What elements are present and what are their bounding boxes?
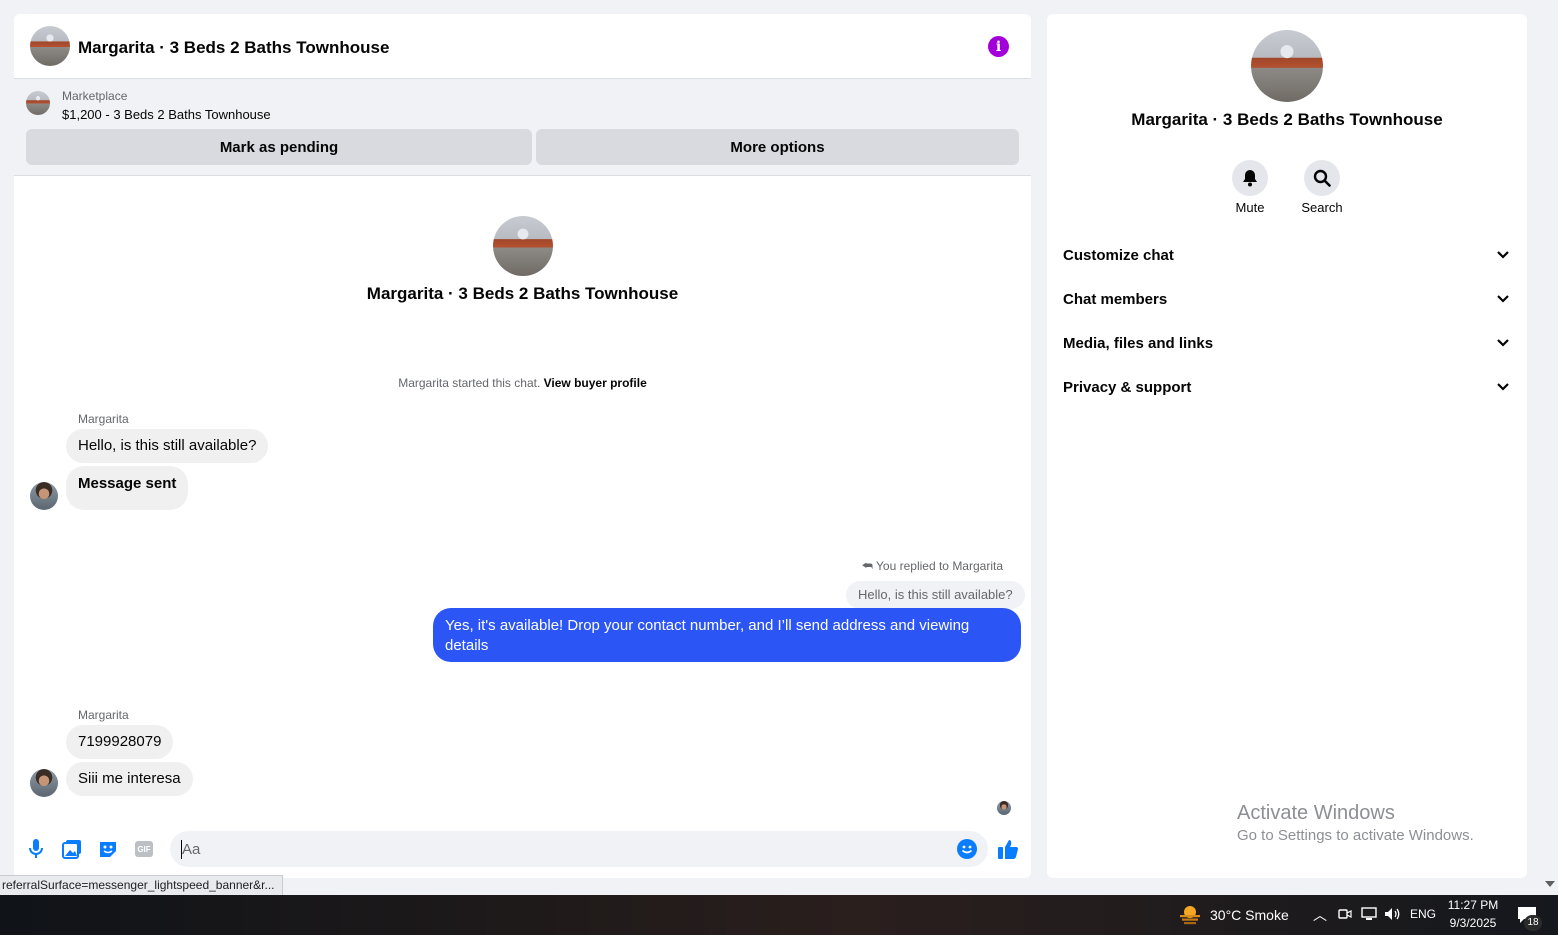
privacy-support-section[interactable]: Privacy & support bbox=[1047, 366, 1527, 410]
sender-avatar[interactable] bbox=[30, 482, 58, 510]
info-avatar bbox=[1251, 30, 1323, 102]
bell-icon bbox=[1243, 170, 1257, 187]
weather-icon[interactable] bbox=[1178, 904, 1202, 926]
status-bar-url: referralSurface=messenger_lightspeed_ban… bbox=[0, 875, 283, 896]
sender-avatar[interactable] bbox=[30, 769, 58, 797]
message-placeholder: Aa bbox=[182, 841, 201, 858]
message-bubble[interactable]: Message sent bbox=[66, 466, 189, 510]
info-title: Margarita · 3 Beds 2 Baths Townhouse bbox=[1131, 110, 1443, 129]
mute-button[interactable] bbox=[1232, 160, 1268, 196]
message-bubble[interactable]: 7199928079 bbox=[66, 725, 174, 759]
emoji-icon[interactable] bbox=[957, 839, 977, 859]
chat-avatar[interactable] bbox=[30, 26, 70, 66]
reply-quote[interactable]: Hello, is this still available? bbox=[846, 581, 1025, 609]
intro-avatar bbox=[493, 216, 553, 276]
photo-icon[interactable] bbox=[61, 838, 83, 860]
sticker-icon[interactable] bbox=[97, 838, 119, 860]
notification-count-badge: 18 bbox=[1524, 915, 1542, 931]
started-text: Margarita started this chat. bbox=[398, 376, 541, 390]
chat-members-section[interactable]: Chat members bbox=[1047, 278, 1527, 322]
listing-banner: Marketplace $1,200 - 3 Beds 2 Baths Town… bbox=[14, 79, 1031, 176]
section-label: Customize chat bbox=[1063, 247, 1174, 264]
search-button[interactable] bbox=[1304, 160, 1340, 196]
microphone-icon[interactable] bbox=[25, 838, 47, 860]
section-label: Privacy & support bbox=[1063, 379, 1192, 396]
search-icon bbox=[1313, 169, 1331, 187]
clock-date[interactable]: 9/3/2025 bbox=[1443, 916, 1503, 930]
message-sender: Margarita bbox=[78, 412, 129, 426]
section-label: Chat members bbox=[1063, 291, 1168, 308]
seen-indicator-avatar bbox=[997, 801, 1011, 815]
chevron-down-icon bbox=[1497, 251, 1509, 259]
reply-note-text: You replied to Margarita bbox=[876, 559, 1003, 573]
scroll-down-arrow[interactable] bbox=[1545, 881, 1555, 887]
outgoing-message[interactable]: Yes, it's available! Drop your contact n… bbox=[433, 608, 1021, 662]
message-input[interactable]: Aa bbox=[170, 831, 988, 867]
conversation-info-panel: Margarita · 3 Beds 2 Baths Townhouse Mut… bbox=[1047, 14, 1527, 878]
listing-kicker: Marketplace bbox=[62, 89, 128, 103]
view-buyer-profile-link[interactable]: View buyer profile bbox=[544, 376, 647, 390]
chevron-down-icon bbox=[1497, 339, 1509, 347]
customize-chat-section[interactable]: Customize chat bbox=[1047, 234, 1527, 278]
meet-now-icon[interactable] bbox=[1338, 907, 1352, 921]
mute-label: Mute bbox=[1235, 200, 1265, 215]
info-button[interactable]: i bbox=[988, 36, 1009, 57]
mark-pending-button[interactable]: Mark as pending bbox=[26, 129, 532, 165]
info-icon: i bbox=[995, 38, 1002, 55]
message-bubble[interactable]: Hello, is this still available? bbox=[66, 429, 269, 463]
thumbs-up-icon[interactable] bbox=[997, 838, 1019, 860]
intro-title: Margarita · 3 Beds 2 Baths Townhouse bbox=[366, 284, 679, 303]
listing-thumbnail[interactable] bbox=[26, 91, 50, 115]
listing-title[interactable]: $1,200 - 3 Beds 2 Baths Townhouse bbox=[62, 107, 271, 122]
network-icon[interactable] bbox=[1361, 907, 1377, 921]
activate-windows-title: Activate Windows bbox=[1237, 802, 1395, 824]
chat-started-note: Margarita started this chat. View buyer … bbox=[14, 376, 1031, 390]
chevron-down-icon bbox=[1497, 295, 1509, 303]
clock-time[interactable]: 11:27 PM bbox=[1443, 898, 1503, 912]
reply-note: ⮪ You replied to Margarita bbox=[614, 559, 1003, 574]
section-label: Media, files and links bbox=[1063, 335, 1214, 352]
weather-text[interactable]: 30°C Smoke bbox=[1210, 907, 1289, 923]
activate-windows-subtitle: Go to Settings to activate Windows. bbox=[1237, 827, 1474, 844]
taskbar: 30°C Smoke ︿ ENG 11:27 PM 9/3/2025 18 bbox=[0, 895, 1558, 935]
gif-icon[interactable]: GIF bbox=[133, 838, 155, 860]
volume-icon[interactable] bbox=[1384, 907, 1400, 921]
media-files-links-section[interactable]: Media, files and links bbox=[1047, 322, 1527, 366]
reply-icon: ⮪ bbox=[861, 559, 873, 573]
more-options-button[interactable]: More options bbox=[536, 129, 1019, 165]
chat-title[interactable]: Margarita · 3 Beds 2 Baths Townhouse bbox=[78, 38, 389, 58]
message-bubble[interactable]: Siii me interesa bbox=[66, 762, 193, 796]
chat-panel: Margarita · 3 Beds 2 Baths Townhouse i M… bbox=[14, 14, 1031, 878]
chat-header: Margarita · 3 Beds 2 Baths Townhouse i bbox=[14, 14, 1031, 79]
chevron-up-icon[interactable]: ︿ bbox=[1313, 905, 1327, 925]
language-indicator[interactable]: ENG bbox=[1410, 907, 1436, 921]
gif-label: GIF bbox=[135, 841, 153, 857]
chevron-down-icon bbox=[1497, 383, 1509, 391]
search-label: Search bbox=[1301, 200, 1343, 215]
message-sender: Margarita bbox=[78, 708, 129, 722]
